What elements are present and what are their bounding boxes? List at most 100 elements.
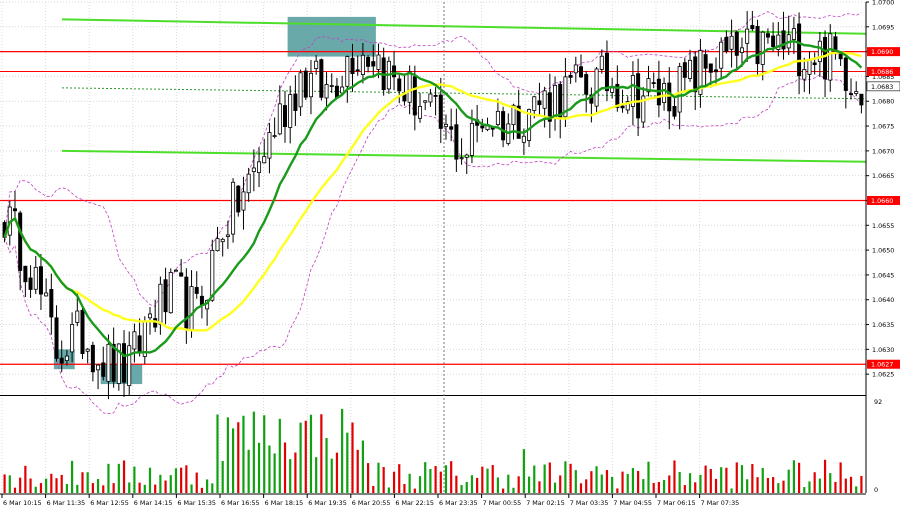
candle-body [75, 310, 80, 323]
candle-body [828, 33, 833, 81]
candle-body [849, 93, 854, 95]
x-tick-label: 7 Mar 07:35 [701, 499, 740, 507]
candle-body [594, 68, 599, 107]
candle-body [568, 74, 573, 78]
candle-body [329, 85, 334, 87]
candle-body [584, 74, 589, 95]
candle-body [319, 59, 324, 98]
y-tick-label: 1.0695 [872, 23, 894, 31]
candle-body [44, 292, 49, 297]
candle-body [677, 66, 682, 113]
candle [142, 316, 147, 364]
level-tag-label: 1.0690 [871, 48, 893, 56]
candle-body [449, 126, 454, 130]
candle-body [251, 167, 256, 172]
candle-body [750, 25, 755, 30]
candle-body [708, 63, 713, 73]
candle-body [168, 272, 173, 314]
y-tick-label: 1.0630 [872, 346, 894, 354]
x-tick-label: 7 Mar 06:15 [657, 499, 696, 507]
candle-body [334, 85, 339, 98]
candle-body [672, 106, 677, 117]
candle-body [662, 83, 667, 103]
candle [236, 185, 241, 217]
candle-body [199, 295, 204, 305]
candle-body [18, 212, 23, 271]
candle-body [418, 106, 423, 119]
x-tick-label: 6 Mar 18:15 [265, 499, 304, 507]
candle-body [59, 357, 64, 364]
candle-body [537, 100, 542, 106]
x-tick-label: 6 Mar 10:15 [3, 499, 42, 507]
candle-body [771, 35, 776, 48]
level-tag-label: 1.0627 [871, 361, 893, 369]
candle-body [599, 55, 604, 70]
level-tag-label: 1.0686 [871, 68, 893, 76]
candle-body [823, 37, 828, 80]
candle-body [397, 78, 402, 92]
candle-body [719, 41, 724, 69]
x-tick-label: 7 Mar 00:55 [483, 499, 522, 507]
x-tick-label: 6 Mar 22:15 [395, 499, 434, 507]
candle-body [49, 289, 54, 318]
candle-body [739, 47, 744, 53]
candle-body [553, 85, 558, 118]
y-tick-label: 1.0675 [872, 123, 894, 131]
candle [319, 58, 324, 101]
candle-body [412, 76, 417, 116]
candle-body [428, 93, 433, 103]
candle [231, 178, 236, 243]
candle-body [459, 157, 464, 160]
candle-body [137, 335, 142, 353]
candle-body [38, 266, 43, 295]
candle-body [807, 59, 812, 75]
candle-body [90, 344, 95, 373]
y-tick-label: 1.0700 [872, 0, 894, 7]
candle-body [246, 173, 251, 194]
candle-body [54, 317, 59, 359]
candle-body [464, 154, 469, 158]
volume-max-label: 92 [874, 398, 882, 406]
candle [80, 306, 85, 360]
candle-body [734, 31, 739, 56]
candle-body [703, 54, 708, 69]
candle-body [189, 286, 194, 330]
candle-body [12, 208, 17, 212]
candle-body [163, 279, 168, 313]
candle-body [843, 57, 848, 91]
candle-body [241, 191, 246, 211]
candle-body [283, 105, 288, 128]
candle-body [688, 59, 693, 79]
candle-body [308, 72, 313, 98]
candle-body [433, 95, 438, 97]
candle-body [791, 28, 796, 40]
candle-body [745, 28, 750, 44]
candle-body [298, 72, 303, 108]
candle-body [147, 313, 152, 319]
candle-body [802, 69, 807, 80]
candle-body [272, 135, 277, 137]
y-tick-label: 1.0650 [872, 247, 894, 255]
candle-body [303, 70, 308, 98]
x-tick-label: 7 Mar 04:55 [613, 499, 652, 507]
candle-body [293, 93, 298, 111]
candle-body [443, 123, 448, 127]
candle-body [454, 124, 459, 160]
candle [303, 67, 308, 101]
candle-body [714, 69, 719, 73]
x-tick-label: 7 Mar 03:35 [570, 499, 609, 507]
y-tick-label: 1.0640 [872, 296, 894, 304]
x-tick-label: 6 Mar 23:35 [439, 499, 478, 507]
candle-body [693, 56, 698, 93]
candle-body [324, 84, 329, 99]
candle-body [257, 161, 262, 173]
candle-body [469, 123, 474, 156]
x-tick-label: 6 Mar 20:55 [352, 499, 391, 507]
candle-body [729, 35, 734, 50]
candle-body [765, 33, 770, 38]
candle-body [854, 91, 859, 94]
candle-body [760, 31, 765, 65]
y-tick-label: 1.0645 [872, 271, 894, 279]
x-tick-label: 6 Mar 14:15 [134, 499, 173, 507]
candle [168, 268, 173, 314]
